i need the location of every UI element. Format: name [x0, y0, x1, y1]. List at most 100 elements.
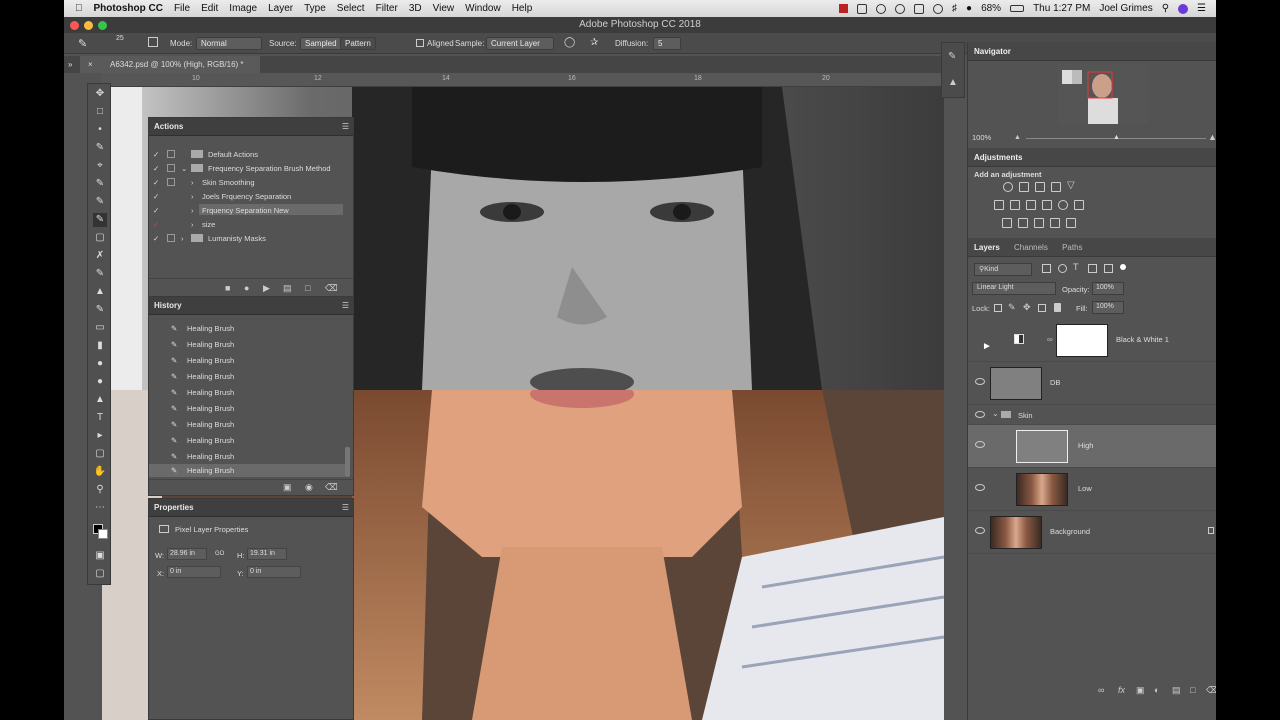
- action-toggle-check[interactable]: ✓: [153, 164, 159, 173]
- siri-icon[interactable]: [1178, 3, 1189, 14]
- layer-name[interactable]: DB: [1050, 378, 1060, 387]
- action-toggle-check[interactable]: ✓: [153, 150, 159, 159]
- history-item-selected[interactable]: Healing Brush: [187, 466, 234, 475]
- action-item[interactable]: Frequency Separation Brush Method: [208, 164, 331, 173]
- brightness-contrast-icon[interactable]: [1003, 182, 1013, 192]
- layer-row-selected[interactable]: High: [968, 425, 1216, 468]
- navigator-zoom[interactable]: 100%: [972, 133, 991, 142]
- visibility-eye-icon[interactable]: [975, 441, 985, 448]
- expand-chevron-icon[interactable]: ›: [191, 192, 194, 201]
- hand-tool-icon[interactable]: ✋: [93, 465, 107, 479]
- action-toggle-check[interactable]: ✓: [153, 234, 159, 243]
- lock-pixels-icon[interactable]: ✎: [1008, 302, 1016, 313]
- collapse-icon[interactable]: »: [68, 56, 72, 73]
- clock-icon[interactable]: [895, 3, 906, 14]
- layer-row[interactable]: Background: [968, 511, 1216, 554]
- color-balance-icon[interactable]: [1010, 200, 1020, 210]
- patch-tool-icon[interactable]: ▢: [93, 231, 107, 245]
- zoom-window-icon[interactable]: [98, 21, 107, 30]
- actions-panel-title[interactable]: Actions: [149, 118, 353, 136]
- action-toggle-check[interactable]: ✓: [153, 220, 159, 229]
- action-item[interactable]: Default Actions: [208, 150, 258, 159]
- stop-icon[interactable]: ■: [225, 283, 230, 293]
- move-tool-icon[interactable]: ✥: [93, 87, 107, 101]
- layer-name[interactable]: Skin: [1018, 411, 1033, 420]
- hue-saturation-icon[interactable]: [994, 200, 1004, 210]
- filter-type-icon[interactable]: T: [1073, 262, 1079, 272]
- red-eye-tool-icon[interactable]: ✗: [93, 249, 107, 263]
- brush-size[interactable]: 25: [116, 35, 124, 42]
- history-item[interactable]: Healing Brush: [187, 372, 234, 381]
- shape-tool-icon[interactable]: ▢: [93, 447, 107, 461]
- path-select-tool-icon[interactable]: ▸: [93, 429, 107, 443]
- gradient-tool-icon[interactable]: ▮: [93, 339, 107, 353]
- pen-tool-icon[interactable]: ▲: [93, 393, 107, 407]
- filter-smart-object-icon[interactable]: [1104, 264, 1113, 273]
- chain-link-icon[interactable]: ∞: [1047, 335, 1053, 344]
- lock-all-icon[interactable]: [1054, 303, 1061, 312]
- history-item[interactable]: Healing Brush: [187, 436, 234, 445]
- history-scrollbar[interactable]: [345, 447, 350, 477]
- link-dimensions-icon[interactable]: GO: [215, 548, 229, 560]
- visibility-eye-icon[interactable]: [975, 411, 985, 418]
- spotlight-icon[interactable]: ⚲: [1162, 3, 1169, 14]
- eyedropper-tool-icon[interactable]: ✎: [93, 177, 107, 191]
- bluetooth-icon[interactable]: ♯: [952, 3, 957, 14]
- action-item[interactable]: Lumanisty Masks: [208, 234, 266, 243]
- panel-menu-icon[interactable]: ☰: [342, 122, 349, 131]
- action-toggle-check[interactable]: ✓: [153, 206, 159, 215]
- zoom-in-icon[interactable]: ▲: [1208, 132, 1216, 142]
- healing-brush-tool-icon[interactable]: ✎: [93, 213, 107, 227]
- filter-pixel-icon[interactable]: [1042, 264, 1051, 273]
- pressure-icon[interactable]: ✰: [590, 37, 598, 48]
- eraser-tool-icon[interactable]: ▭: [93, 321, 107, 335]
- layer-group-row[interactable]: ⌄ Skin: [968, 405, 1216, 425]
- filter-adjustment-icon[interactable]: [1058, 264, 1067, 273]
- apple-icon[interactable]: : [75, 3, 83, 14]
- navigator-thumbnail[interactable]: [1058, 64, 1148, 124]
- fill-field[interactable]: 100%: [1092, 301, 1124, 314]
- zoom-slider-handle[interactable]: ▲: [1113, 134, 1120, 141]
- history-item[interactable]: Healing Brush: [187, 404, 234, 413]
- menu-layer[interactable]: Layer: [268, 3, 293, 14]
- delete-icon[interactable]: ⌫: [325, 482, 338, 493]
- more-tools-icon[interactable]: ⋯: [93, 501, 107, 515]
- battery-percent[interactable]: 68%: [981, 3, 1001, 14]
- black-white-icon[interactable]: [1026, 200, 1036, 210]
- expand-chevron-icon[interactable]: ›: [191, 220, 194, 229]
- history-item[interactable]: Healing Brush: [187, 452, 234, 461]
- menu-image[interactable]: Image: [229, 3, 257, 14]
- menu-window[interactable]: Window: [465, 3, 501, 14]
- new-set-icon[interactable]: ▤: [283, 283, 292, 294]
- close-window-icon[interactable]: [70, 21, 79, 30]
- crop-tool-icon[interactable]: ⌖: [93, 159, 107, 173]
- clock[interactable]: Thu 1:27 PM: [1033, 3, 1090, 14]
- tab-channels[interactable]: Channels: [1014, 243, 1048, 252]
- width-field[interactable]: 28.96 in: [167, 548, 207, 560]
- ignore-adjustment-icon[interactable]: ◯: [564, 37, 575, 48]
- dialog-toggle-icon[interactable]: [167, 234, 175, 242]
- menu-type[interactable]: Type: [304, 3, 326, 14]
- levels-icon[interactable]: [1019, 182, 1029, 192]
- battery-icon[interactable]: [1010, 5, 1025, 12]
- navigator-panel-title[interactable]: Navigator: [968, 42, 1216, 61]
- zoom-tool-icon[interactable]: ⚲: [93, 483, 107, 497]
- expand-chevron-icon[interactable]: ›: [181, 234, 184, 243]
- source-pattern-button[interactable]: Pattern: [340, 37, 376, 50]
- filter-shape-icon[interactable]: [1088, 264, 1097, 273]
- airplay-icon[interactable]: [914, 3, 925, 14]
- new-group-icon[interactable]: ▤: [1172, 685, 1181, 696]
- gradient-map-icon[interactable]: [1050, 218, 1060, 228]
- new-action-icon[interactable]: □: [305, 283, 310, 293]
- menu-3d[interactable]: 3D: [409, 3, 422, 14]
- height-field[interactable]: 19.31 in: [247, 548, 287, 560]
- threshold-icon[interactable]: [1034, 218, 1044, 228]
- menu-file[interactable]: File: [174, 3, 190, 14]
- curves-icon[interactable]: [1035, 182, 1045, 192]
- close-tab-icon[interactable]: ×: [88, 56, 93, 73]
- layer-row[interactable]: DB: [968, 362, 1216, 405]
- lock-transparent-icon[interactable]: [994, 304, 1002, 312]
- adjustments-panel-title[interactable]: Adjustments: [968, 148, 1216, 167]
- history-panel-title[interactable]: History: [149, 297, 353, 315]
- play-icon[interactable]: ▶: [263, 283, 270, 294]
